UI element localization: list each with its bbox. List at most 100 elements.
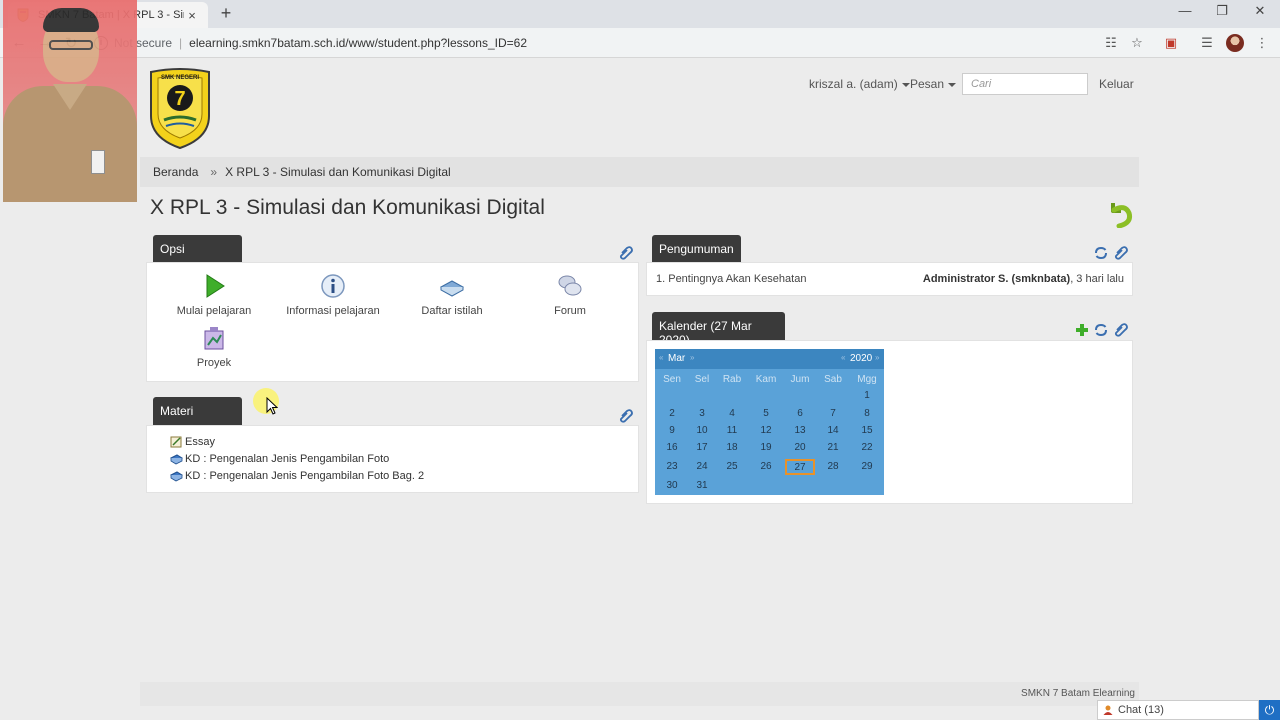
- calendar-day[interactable]: 1: [852, 388, 882, 404]
- calendar-day[interactable]: 4: [717, 406, 747, 422]
- calendar-day[interactable]: 13: [785, 423, 815, 439]
- calendar-widget: « Mar » « 2020 » Sen Sel Rab Kam Jum Sab Mgg 1 2…: [655, 349, 884, 495]
- material-item[interactable]: Essay: [170, 436, 215, 448]
- window-close-icon[interactable]: ✕: [1250, 3, 1270, 19]
- calendar-prev-year[interactable]: «: [841, 353, 845, 362]
- back-arrow-icon[interactable]: [1107, 200, 1133, 228]
- calendar-day[interactable]: 31: [687, 478, 717, 494]
- calendar-header: « Mar » « 2020 »: [655, 349, 884, 369]
- calendar-day[interactable]: 12: [751, 423, 781, 439]
- calendar-day[interactable]: 21: [818, 440, 848, 456]
- material-item[interactable]: KD : Pengenalan Jenis Pengambilan Foto: [170, 453, 389, 465]
- unit-icon: [170, 454, 183, 465]
- add-event-icon[interactable]: [1075, 323, 1089, 337]
- refresh-icon[interactable]: [1094, 246, 1108, 260]
- announcement-meta: Administrator S. (smknbata), 3 hari lalu: [923, 273, 1124, 285]
- refresh-icon[interactable]: [1094, 323, 1108, 337]
- calendar-day[interactable]: 25: [717, 459, 747, 475]
- calendar-day[interactable]: 16: [657, 440, 687, 456]
- start-lesson-option[interactable]: Mulai pelajaran: [159, 273, 269, 317]
- url-text[interactable]: elearning.smkn7batam.sch.id/www/student.…: [189, 36, 527, 50]
- material-label: KD : Pengenalan Jenis Pengambilan Foto: [185, 453, 390, 465]
- lesson-info-label: Informasi pelajaran: [286, 305, 380, 317]
- essay-icon: [170, 436, 182, 448]
- calendar-day[interactable]: 26: [751, 459, 781, 475]
- calendar-weekday: Sen: [663, 374, 681, 385]
- lesson-info-option[interactable]: Informasi pelajaran: [278, 273, 388, 317]
- calendar-day[interactable]: 3: [687, 406, 717, 422]
- paperclip-icon[interactable]: [1114, 246, 1128, 260]
- tab-close-icon[interactable]: ×: [184, 8, 200, 23]
- calendar-prev-month[interactable]: «: [659, 353, 663, 362]
- calendar-day[interactable]: 5: [751, 406, 781, 422]
- calendar-day[interactable]: 11: [717, 423, 747, 439]
- announcement-title[interactable]: 1. Pentingnya Akan Kesehatan: [656, 273, 806, 285]
- material-label: KD : Pengenalan Jenis Pengambilan Foto B…: [185, 470, 425, 482]
- calendar-weekday: Sel: [694, 374, 710, 385]
- chat-bar[interactable]: Chat (13): [1097, 700, 1259, 720]
- media-control-icon[interactable]: ☰: [1199, 35, 1215, 51]
- browser-tab-bar: SMKN 7 Batam | X RPL 3 - Simula × + — ❐ …: [0, 0, 1280, 28]
- calendar-day[interactable]: 23: [657, 459, 687, 475]
- restore-icon[interactable]: ❐: [1212, 3, 1232, 19]
- options-panel-body: Mulai pelajaran Informasi pelajaran Daft…: [146, 262, 639, 382]
- browser-menu-icon[interactable]: ⋮: [1254, 35, 1270, 51]
- calendar-day[interactable]: 14: [818, 423, 848, 439]
- messages-menu[interactable]: Pesan: [910, 77, 957, 91]
- calendar-day[interactable]: 8: [852, 406, 882, 422]
- browser-toolbar: ← → ↻ i Not secure | elearning.smkn7bata…: [0, 28, 1280, 58]
- user-menu[interactable]: kriszal a. (adam): [809, 77, 910, 91]
- info-icon: [321, 274, 345, 298]
- forum-icon: [558, 275, 582, 296]
- calendar-day[interactable]: 7: [818, 406, 848, 422]
- logout-link[interactable]: Keluar: [1099, 77, 1134, 91]
- calendar-next-month[interactable]: »: [690, 353, 694, 362]
- play-icon: [206, 274, 225, 298]
- calendar-day[interactable]: 20: [785, 440, 815, 456]
- calendar-day[interactable]: 2: [657, 406, 687, 422]
- user-menu-caret-icon: [901, 82, 910, 87]
- chat-user-icon: [1103, 705, 1113, 715]
- calendar-day[interactable]: 30: [657, 478, 687, 494]
- calendar-day[interactable]: 29: [852, 459, 882, 475]
- paperclip-icon[interactable]: [619, 246, 633, 260]
- calendar-day[interactable]: 28: [818, 459, 848, 475]
- project-label: Proyek: [196, 357, 232, 369]
- calendar-day[interactable]: 18: [717, 440, 747, 456]
- calendar-next-year[interactable]: »: [875, 353, 879, 362]
- announcement-author: Administrator S. (smknbata): [922, 273, 1071, 285]
- project-option[interactable]: Proyek: [159, 325, 269, 369]
- calendar-day[interactable]: 15: [852, 423, 882, 439]
- calendar-day-today[interactable]: 27: [785, 459, 815, 475]
- paperclip-icon[interactable]: [619, 409, 633, 423]
- calendar-month[interactable]: Mar: [668, 353, 685, 364]
- logo-number: 7: [174, 88, 185, 110]
- search-input[interactable]: [962, 73, 1088, 95]
- calendar-day[interactable]: 19: [751, 440, 781, 456]
- glossary-option[interactable]: Daftar istilah: [397, 273, 507, 317]
- calendar-day[interactable]: 9: [657, 423, 687, 439]
- calendar-day[interactable]: 17: [687, 440, 717, 456]
- calendar-day[interactable]: 24: [687, 459, 717, 475]
- page-title: X RPL 3 - Simulasi dan Komunikasi Digita…: [150, 196, 545, 219]
- breadcrumb: Beranda » X RPL 3 - Simulasi dan Komunik…: [140, 157, 1139, 187]
- glossary-label: Daftar istilah: [421, 305, 483, 317]
- breadcrumb-home[interactable]: Beranda: [153, 165, 198, 179]
- translate-icon[interactable]: ☷: [1103, 35, 1119, 51]
- address-bar[interactable]: i Not secure | elearning.smkn7batam.sch.…: [94, 32, 1150, 54]
- new-tab-icon[interactable]: +: [216, 3, 236, 24]
- bookmark-star-icon[interactable]: ☆: [1129, 35, 1145, 51]
- breadcrumb-current[interactable]: X RPL 3 - Simulasi dan Komunikasi Digita…: [225, 165, 451, 179]
- power-icon[interactable]: ⏻: [1259, 700, 1280, 720]
- forum-option[interactable]: Forum: [515, 273, 625, 317]
- options-panel-header: Opsi: [153, 235, 242, 263]
- calendar-day[interactable]: 10: [687, 423, 717, 439]
- calendar-day[interactable]: 22: [852, 440, 882, 456]
- profile-avatar[interactable]: [1226, 34, 1244, 52]
- paperclip-icon[interactable]: [1114, 323, 1128, 337]
- material-item[interactable]: KD : Pengenalan Jenis Pengambilan Foto B…: [170, 470, 424, 482]
- calendar-day[interactable]: 6: [785, 406, 815, 422]
- minimize-icon[interactable]: —: [1175, 3, 1195, 18]
- calendar-year[interactable]: 2020: [850, 353, 872, 364]
- pocket-extension-icon[interactable]: ▣: [1163, 35, 1179, 51]
